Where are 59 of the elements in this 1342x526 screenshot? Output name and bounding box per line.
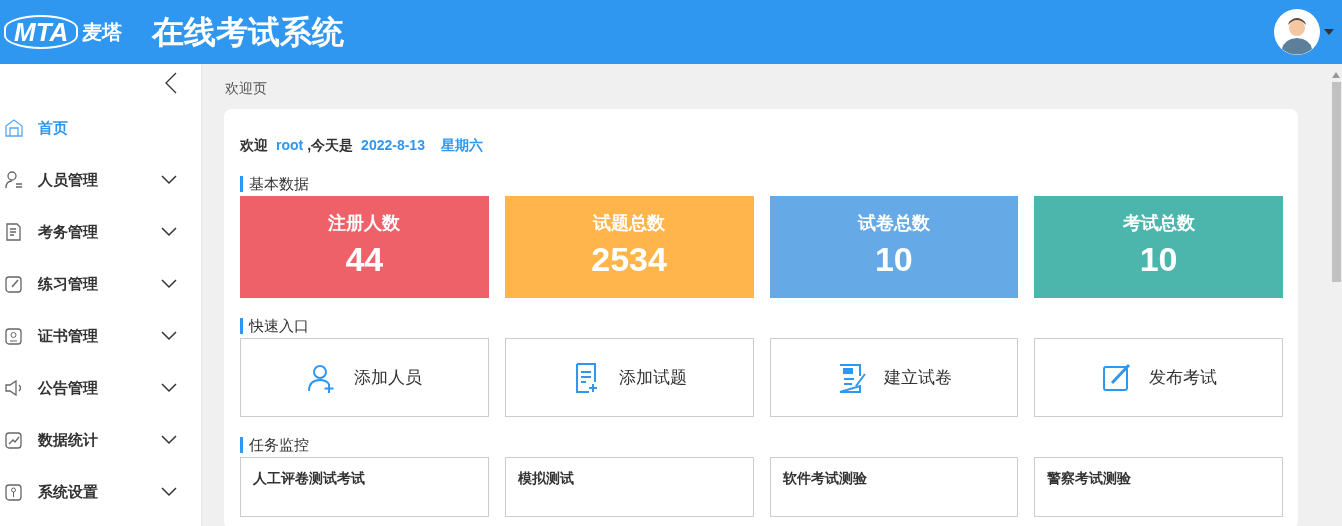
logo-text: MTA xyxy=(4,15,79,49)
chevron-down-icon[interactable] xyxy=(161,487,177,497)
chart-icon xyxy=(4,430,24,450)
key-icon xyxy=(4,482,24,502)
avatar-icon[interactable] xyxy=(1274,9,1320,55)
scrollbar-thumb[interactable] xyxy=(1331,82,1341,282)
stat-value: 10 xyxy=(873,239,914,280)
sidebar-item[interactable]: 系统设置 xyxy=(0,466,201,518)
stat-label: 考试总数 xyxy=(1121,212,1196,235)
task-card[interactable]: 警察考试测验 xyxy=(1034,457,1283,517)
caret-icon[interactable] xyxy=(1324,29,1334,35)
quick-entry-button[interactable]: 添加人员 xyxy=(240,338,489,417)
stat-label: 注册人数 xyxy=(327,212,402,235)
chevron-down-icon[interactable] xyxy=(161,227,177,237)
chevron-down-icon[interactable] xyxy=(161,331,177,341)
welcome-text: 欢迎 xyxy=(240,137,268,153)
speaker-icon xyxy=(4,378,24,398)
task-card[interactable]: 软件考试测验 xyxy=(769,457,1019,517)
task-card[interactable]: 模拟测试 xyxy=(504,457,754,517)
stat-value: 2534 xyxy=(590,239,668,280)
sidebar-item[interactable]: 证书管理 xyxy=(0,310,201,362)
chevron-down-icon[interactable] xyxy=(161,435,177,445)
task-title: 模拟测试 xyxy=(517,469,575,488)
task-title: 人工评卷测试考试 xyxy=(253,469,366,488)
weekday-text: 星期六 xyxy=(440,137,483,153)
task-card[interactable]: 人工评卷测试考试 xyxy=(240,457,489,517)
stat-label: 试卷总数 xyxy=(856,212,931,235)
task-title: 警察考试测验 xyxy=(1047,469,1133,488)
welcome-text: ,今天是 xyxy=(307,137,354,153)
quick-entry-button[interactable]: 发布考试 xyxy=(1034,338,1283,417)
home-icon xyxy=(4,118,24,138)
stat-value: 44 xyxy=(344,239,385,280)
quick-entry-button[interactable]: 添加试题 xyxy=(504,338,754,417)
pencil-icon xyxy=(4,274,24,294)
chevron-down-icon[interactable] xyxy=(161,279,177,289)
sidebar-item[interactable]: 人员管理 xyxy=(0,154,201,206)
certificate-icon xyxy=(4,326,24,346)
section-title: 基本数据 xyxy=(240,176,1283,192)
person-icon xyxy=(4,170,24,190)
section-title: 快速入口 xyxy=(240,318,1283,334)
logo-brand: 麦塔 xyxy=(82,20,123,45)
task-title: 软件考试测验 xyxy=(782,469,868,488)
chevron-down-icon[interactable] xyxy=(161,383,177,393)
stat-label: 试题总数 xyxy=(591,212,667,235)
quick-entry-button[interactable]: 建立试卷 xyxy=(769,338,1019,417)
username: root xyxy=(276,137,304,153)
sidebar-item[interactable]: 练习管理 xyxy=(0,258,201,310)
app-title: 在线考试系统 xyxy=(152,13,345,52)
sidebar-item[interactable]: 数据统计 xyxy=(0,414,201,466)
chevron-down-icon[interactable] xyxy=(161,175,177,185)
date-text: 2022-8-13 xyxy=(361,137,425,153)
breadcrumb[interactable]: 欢迎页 xyxy=(225,78,267,99)
sidebar-item[interactable]: 公告管理 xyxy=(0,362,201,414)
section-title: 任务监控 xyxy=(240,437,1283,453)
collapse-icon[interactable] xyxy=(165,72,177,94)
stat-value: 10 xyxy=(1138,239,1179,280)
edit-icon xyxy=(1100,361,1133,394)
sidebar-item[interactable]: 考务管理 xyxy=(0,206,201,258)
document-icon xyxy=(4,222,24,242)
